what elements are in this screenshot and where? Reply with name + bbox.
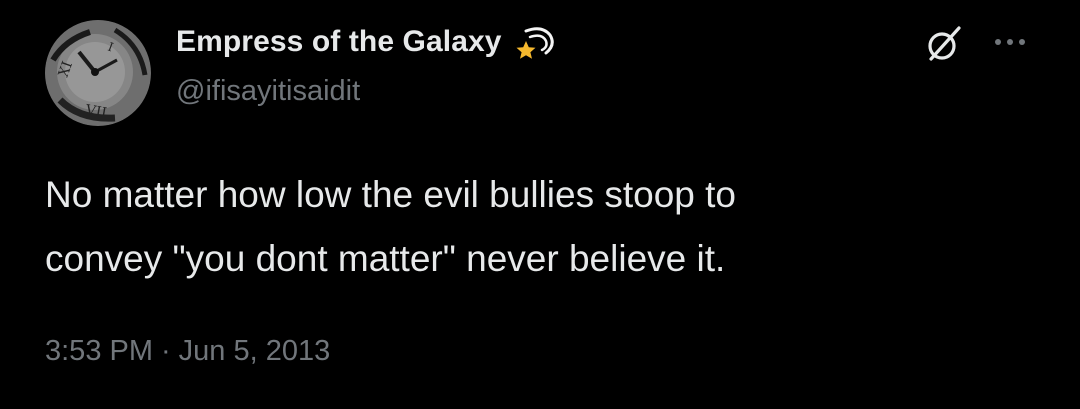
clock-avatar-image: XI I VII bbox=[45, 20, 151, 126]
meta-separator: · bbox=[161, 335, 171, 367]
tweet-text: No matter how low the evil bullies stoop… bbox=[45, 174, 737, 279]
user-handle[interactable]: @ifisayitisaidit bbox=[176, 75, 360, 108]
tweet: XI I VII Empress of the Galaxy @ifisayit… bbox=[0, 0, 1080, 409]
avatar[interactable]: XI I VII bbox=[45, 20, 151, 126]
tweet-timestamp[interactable]: 3:53 PM · Jun 5, 2013 bbox=[45, 335, 330, 368]
tweet-date: Jun 5, 2013 bbox=[178, 335, 331, 367]
more-options-icon[interactable] bbox=[990, 30, 1030, 54]
display-name[interactable]: Empress of the Galaxy bbox=[176, 25, 502, 59]
tweet-time: 3:53 PM bbox=[45, 335, 153, 367]
grok-icon[interactable] bbox=[924, 24, 964, 64]
name-row: Empress of the Galaxy bbox=[176, 22, 556, 62]
shooting-star-icon bbox=[512, 23, 556, 61]
